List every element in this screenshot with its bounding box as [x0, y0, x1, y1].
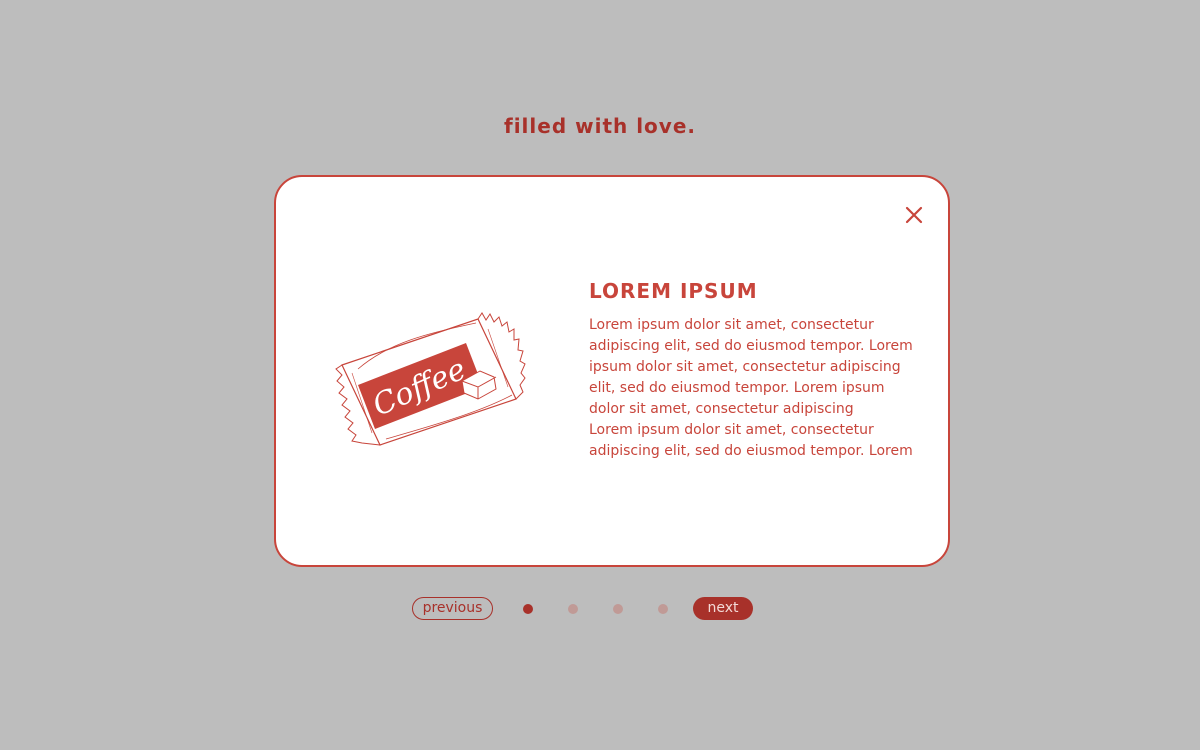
body-line: ipsum dolor sit amet, consectetur adipis… — [589, 359, 901, 375]
modal-content: LOREM IPSUM Lorem ipsum dolor sit amet, … — [589, 279, 929, 462]
page-dot-4[interactable] — [658, 604, 668, 614]
body-line: Lorem ipsum dolor sit amet, consectetur — [589, 422, 874, 438]
modal-title: LOREM IPSUM — [589, 279, 758, 303]
body-line: adipiscing elit, sed do eiusmod tempor. … — [589, 443, 913, 459]
body-line: dolor sit amet, consectetur adipiscing — [589, 401, 854, 417]
close-icon[interactable] — [902, 203, 926, 227]
body-line: adipiscing elit, sed do eiusmod tempor. … — [589, 338, 913, 354]
tagline: filled with love. — [504, 114, 696, 138]
modal-dialog: Coffee LOREM IPSUM Lorem ipsum dolor sit… — [274, 175, 950, 567]
previous-button[interactable]: previous — [412, 597, 493, 620]
page-dot-1[interactable] — [523, 604, 533, 614]
body-line: elit, sed do eiusmod tempor. Lorem ipsum — [589, 380, 885, 396]
coffee-candy-illustration: Coffee — [335, 312, 526, 446]
page-dot-3[interactable] — [613, 604, 623, 614]
body-line: Lorem ipsum dolor sit amet, consectetur — [589, 317, 874, 333]
modal-body-text: Lorem ipsum dolor sit amet, consectetur … — [589, 315, 929, 462]
pagination: previous next — [412, 597, 754, 621]
page-dot-2[interactable] — [568, 604, 578, 614]
next-button[interactable]: next — [693, 597, 753, 620]
